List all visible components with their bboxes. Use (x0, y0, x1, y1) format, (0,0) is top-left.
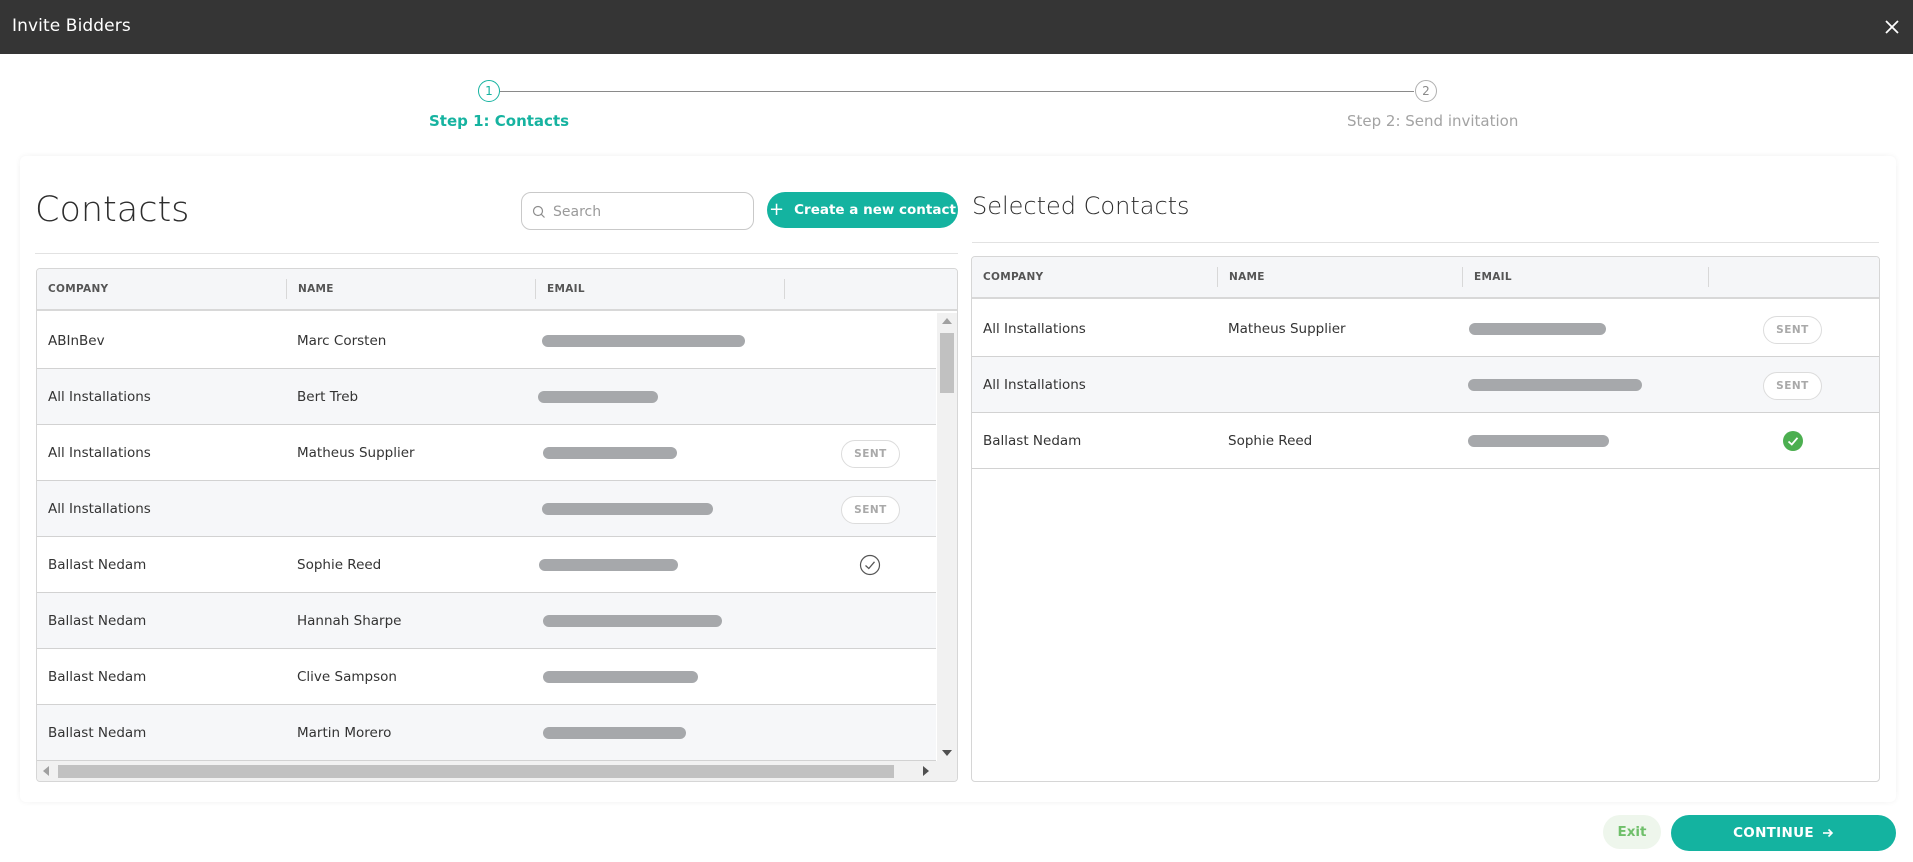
modal-titlebar: Invite Bidders (0, 0, 1913, 54)
stepper-line (500, 91, 1414, 92)
cell-name: Bert Treb (297, 389, 359, 405)
cell-company: Ballast Nedam (48, 613, 147, 629)
sent-badge: SENT (1763, 372, 1822, 400)
table-row[interactable]: Ballast Nedam Martin Morero (37, 705, 936, 761)
cell-name: Matheus Supplier (297, 445, 415, 461)
scroll-up-icon[interactable] (942, 318, 952, 324)
table-row[interactable]: All Installations SENT (972, 357, 1879, 413)
cell-name: Martin Morero (297, 725, 392, 741)
table-row[interactable]: ABInBev Marc Corsten (37, 313, 936, 369)
cell-company: All Installations (48, 445, 151, 461)
table-row[interactable]: All Installations Matheus Supplier SENT (972, 301, 1879, 357)
continue-button[interactable]: CONTINUE (1671, 815, 1896, 851)
vertical-scrollbar[interactable] (937, 313, 957, 761)
exit-button[interactable]: Exit (1603, 815, 1661, 849)
close-icon[interactable] (1879, 14, 1905, 40)
cell-company: All Installations (48, 389, 151, 405)
check-circle-icon[interactable] (859, 554, 881, 576)
table-row[interactable]: All Installations SENT (37, 481, 936, 537)
column-header-name[interactable]: NAME (1217, 267, 1462, 287)
step-2-label[interactable]: Step 2: Send invitation (1347, 112, 1518, 130)
cell-name: Sophie Reed (297, 557, 382, 573)
horizontal-scrollbar[interactable] (37, 761, 957, 781)
column-header-action (1708, 267, 1878, 287)
selected-contacts-table: COMPANY NAME EMAIL All Installations Mat… (971, 256, 1880, 782)
sent-badge: SENT (841, 440, 900, 468)
column-header-email[interactable]: EMAIL (535, 279, 784, 299)
cell-company: All Installations (983, 377, 1086, 393)
step-1-indicator[interactable]: 1 (478, 80, 500, 102)
column-header-action (784, 279, 934, 299)
redacted-email (543, 615, 722, 627)
sent-badge: SENT (1763, 316, 1822, 344)
vertical-scroll-thumb[interactable] (940, 333, 954, 393)
cell-company: Ballast Nedam (48, 557, 147, 573)
scroll-down-icon[interactable] (942, 750, 952, 756)
cell-name: Marc Corsten (297, 333, 387, 349)
redacted-email (543, 727, 686, 739)
scroll-right-icon[interactable] (923, 766, 929, 776)
create-contact-label: Create a new contact (794, 202, 956, 218)
cell-company: Ballast Nedam (48, 669, 147, 685)
column-header-company[interactable]: COMPANY (37, 269, 286, 309)
cell-name: Matheus Supplier (1228, 321, 1346, 337)
redacted-email (539, 559, 678, 571)
redacted-email (538, 391, 658, 403)
table-row[interactable]: Ballast Nedam Hannah Sharpe (37, 593, 936, 649)
cell-company: All Installations (48, 501, 151, 517)
create-contact-button[interactable]: + Create a new contact (767, 192, 958, 228)
table-row[interactable]: Ballast Nedam Sophie Reed (972, 413, 1879, 469)
search-icon (532, 205, 545, 218)
horizontal-scroll-thumb[interactable] (58, 765, 894, 778)
redacted-email (543, 671, 698, 683)
cell-name: Clive Sampson (297, 669, 397, 685)
redacted-email (542, 335, 745, 347)
selected-contacts-title: Selected Contacts (972, 192, 1190, 220)
search-input[interactable] (553, 201, 743, 223)
table-row[interactable]: Ballast Nedam Sophie Reed (37, 537, 936, 593)
continue-label: CONTINUE (1733, 825, 1814, 841)
contacts-table-header: COMPANY NAME EMAIL (37, 269, 957, 311)
column-header-company[interactable]: COMPANY (972, 257, 1217, 297)
cell-company: All Installations (983, 321, 1086, 337)
redacted-email (1468, 435, 1609, 447)
column-header-email[interactable]: EMAIL (1462, 267, 1708, 287)
contacts-table: COMPANY NAME EMAIL ABInBev Marc Corsten … (36, 268, 958, 782)
check-circle-filled-icon (1783, 431, 1803, 451)
cell-name (286, 481, 297, 537)
cell-name: Sophie Reed (1228, 433, 1313, 449)
contacts-title: Contacts (35, 190, 190, 230)
cell-company: Ballast Nedam (983, 433, 1082, 449)
cell-company: ABInBev (48, 333, 105, 349)
table-row[interactable]: All Installations Matheus Supplier SENT (37, 425, 936, 481)
cell-company: Ballast Nedam (48, 725, 147, 741)
redacted-email (1469, 323, 1606, 335)
step-2-indicator[interactable]: 2 (1415, 80, 1437, 102)
column-header-name[interactable]: NAME (286, 279, 535, 299)
step-1-label[interactable]: Step 1: Contacts (429, 112, 569, 130)
redacted-email (543, 447, 677, 459)
selected-table-header: COMPANY NAME EMAIL (972, 257, 1879, 299)
plus-icon: + (769, 199, 785, 220)
cell-name (1217, 357, 1228, 413)
contacts-divider (35, 253, 958, 254)
search-field[interactable] (521, 192, 754, 230)
sent-badge: SENT (841, 496, 900, 524)
table-row[interactable]: All Installations Bert Treb (37, 369, 936, 425)
arrow-right-icon (1822, 828, 1834, 838)
redacted-email (1468, 379, 1642, 391)
redacted-email (542, 503, 713, 515)
table-row[interactable]: Ballast Nedam Clive Sampson (37, 649, 936, 705)
wizard-stepper: 1 2 Step 1: Contacts Step 2: Send invita… (0, 80, 1913, 140)
modal-title: Invite Bidders (12, 16, 131, 36)
scroll-left-icon[interactable] (43, 766, 49, 776)
cell-name: Hannah Sharpe (297, 613, 402, 629)
selected-divider (972, 242, 1879, 243)
